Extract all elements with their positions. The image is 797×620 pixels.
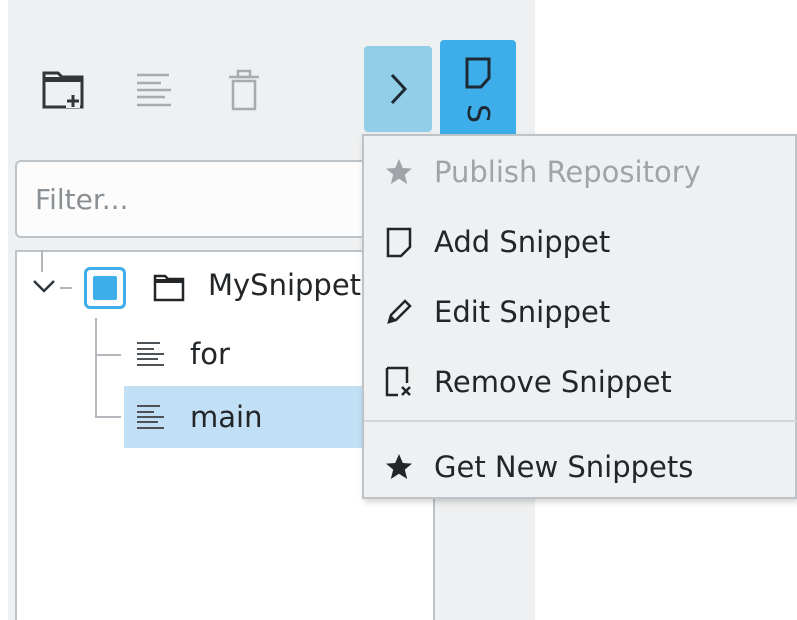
repository-checkbox[interactable] <box>84 267 126 309</box>
menu-item-publish-repository[interactable]: Publish Repository <box>364 138 797 206</box>
chevron-right-icon <box>390 73 408 105</box>
tree-branch-line <box>95 318 97 418</box>
context-menu: Publish Repository Add Snippet Edit Snip… <box>362 134 797 499</box>
star-icon <box>380 448 418 486</box>
text-lines-icon <box>137 73 171 107</box>
snippets-dock-tab[interactable]: S <box>440 40 516 136</box>
snippet-page-icon <box>465 57 491 89</box>
trash-icon <box>229 69 259 111</box>
pencil-icon <box>380 293 418 331</box>
menu-item-label: Add Snippet <box>434 225 611 259</box>
repository-label[interactable]: MySnippets <box>208 268 368 302</box>
tree-branch-line <box>60 287 72 289</box>
tree-item-label: main <box>190 400 263 434</box>
menu-item-label: Remove Snippet <box>434 365 672 399</box>
filter-input[interactable] <box>33 181 397 217</box>
tree-branch-line <box>95 416 121 418</box>
folder-icon <box>153 274 185 302</box>
expand-button[interactable] <box>364 46 432 132</box>
menu-item-edit-snippet[interactable]: Edit Snippet <box>364 278 797 346</box>
chevron-down-icon[interactable] <box>30 276 58 296</box>
filter-field[interactable] <box>15 160 415 238</box>
remove-page-icon <box>380 363 418 401</box>
tree-branch-line <box>41 250 43 272</box>
dock-tab-label: S <box>460 103 496 124</box>
text-lines-icon <box>137 342 164 366</box>
snippets-window: S MySnippets for <box>0 0 797 620</box>
menu-item-label: Get New Snippets <box>434 450 694 484</box>
tree-branch-line <box>95 354 121 356</box>
menu-separator <box>364 420 797 422</box>
add-snippet-toolbar-button[interactable] <box>124 60 184 120</box>
checkbox-indicator <box>93 276 117 300</box>
new-folder-icon <box>42 71 84 109</box>
delete-button[interactable] <box>214 60 274 120</box>
menu-item-remove-snippet[interactable]: Remove Snippet <box>364 348 797 416</box>
new-folder-button[interactable] <box>33 60 93 120</box>
menu-item-add-snippet[interactable]: Add Snippet <box>364 208 797 276</box>
page-icon <box>380 223 418 261</box>
tree-item-label: for <box>190 337 230 371</box>
star-icon <box>380 153 418 191</box>
menu-item-label: Edit Snippet <box>434 295 611 329</box>
text-lines-icon <box>137 405 164 429</box>
menu-item-get-new-snippets[interactable]: Get New Snippets <box>364 433 797 501</box>
menu-item-label: Publish Repository <box>434 155 701 189</box>
